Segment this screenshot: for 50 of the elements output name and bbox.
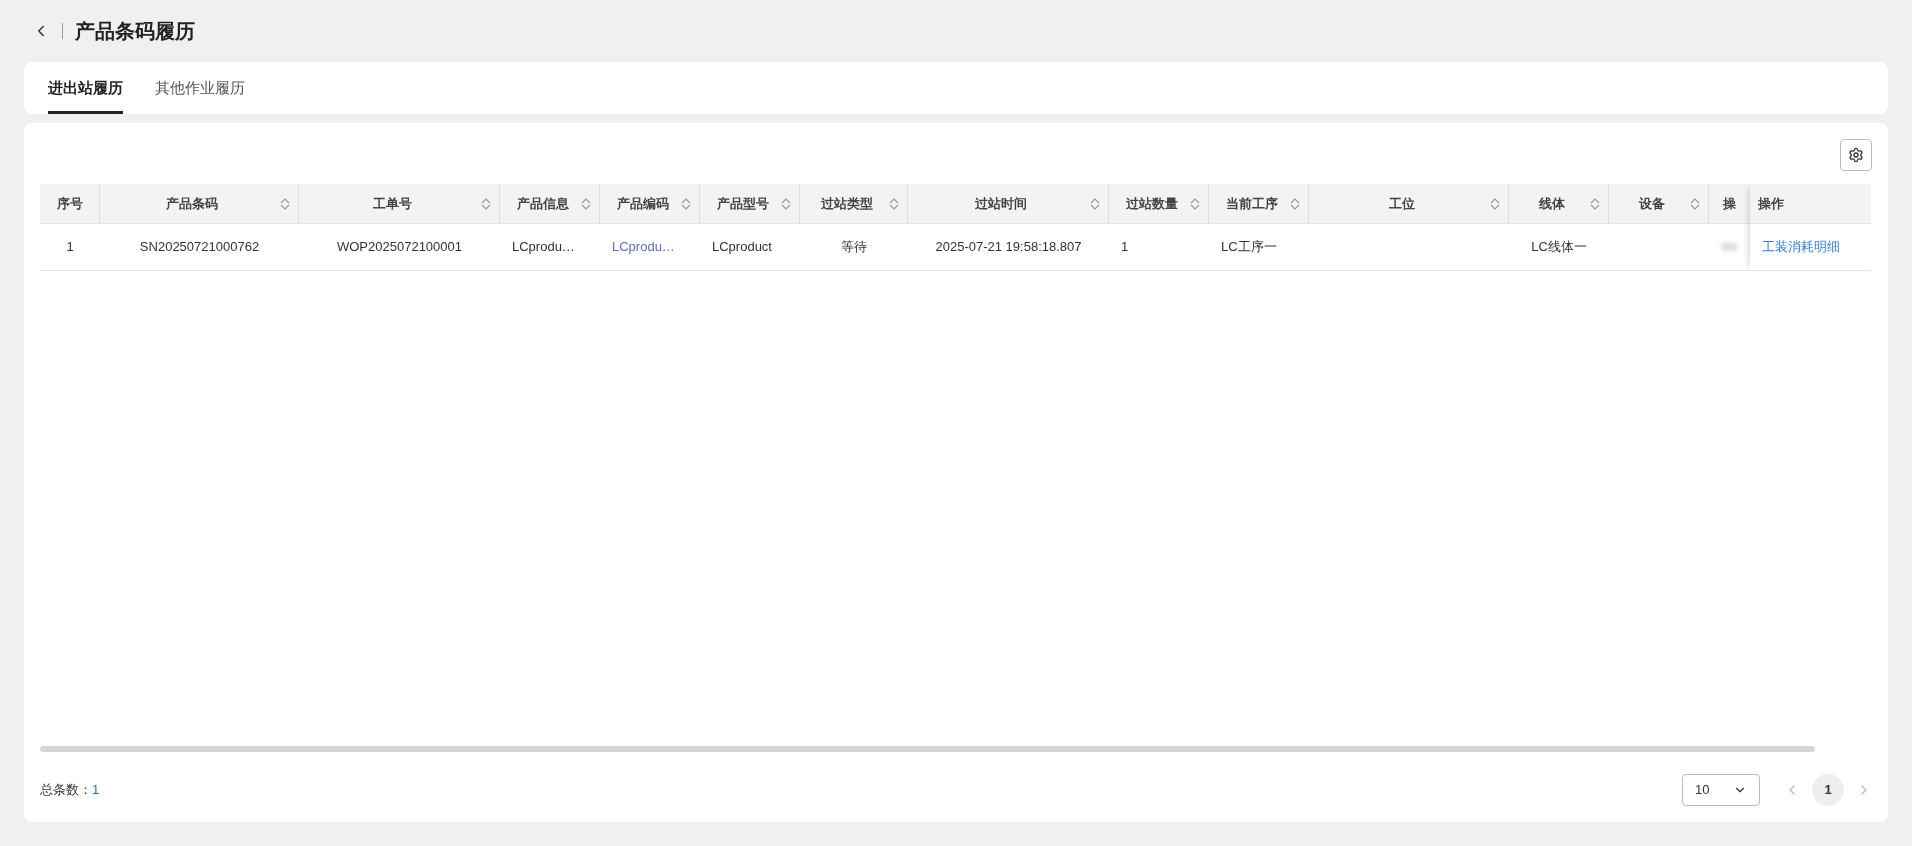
table-cell-text: SN20250721000762 — [138, 238, 261, 257]
consumption-detail-link[interactable]: 工装消耗明细 — [1762, 237, 1840, 257]
sort-icon[interactable] — [889, 197, 899, 210]
sort-icon[interactable] — [681, 197, 691, 210]
column-header[interactable]: 当前工序 — [1209, 184, 1309, 223]
column-header: 序号 — [40, 184, 100, 223]
sort-icon[interactable] — [1090, 197, 1100, 210]
sort-icon[interactable] — [1190, 197, 1200, 210]
tab[interactable]: 进出站履历 — [48, 76, 123, 114]
sort-icon[interactable] — [1290, 197, 1300, 210]
table-cell-text: 1 — [1120, 238, 1130, 257]
table-cell-text: 2025-07-21 19:58:18.807 — [934, 238, 1083, 257]
column-header[interactable]: 产品型号 — [700, 184, 800, 223]
table-cell-text: WOP2025072100001 — [335, 238, 463, 257]
total-count: 1 — [92, 781, 100, 800]
column-header: 操作 — [1750, 184, 1871, 224]
column-header[interactable]: 工单号 — [299, 184, 500, 223]
settings-icon — [1848, 147, 1864, 163]
sort-icon[interactable] — [581, 197, 591, 210]
total-label: 总条数： — [40, 781, 92, 800]
column-header[interactable]: 产品编码 — [600, 184, 700, 223]
sort-icon[interactable] — [1490, 197, 1500, 210]
table-cell-text: LC工序一 — [1220, 238, 1278, 257]
table-cell-text: 等待 — [840, 238, 868, 257]
column-header: 操 — [1722, 194, 1737, 213]
table-cell-text: LC线体一 — [1530, 238, 1588, 257]
column-header[interactable]: 过站类型 — [800, 184, 908, 223]
table-cell-text: LCproduct — [711, 238, 773, 257]
table-cell[interactable]: LCprodu… — [600, 224, 700, 270]
sort-icon[interactable] — [781, 197, 791, 210]
sort-icon[interactable] — [481, 197, 491, 210]
column-header[interactable]: 设备 — [1609, 184, 1709, 223]
page-size-select[interactable]: 10 — [1682, 774, 1760, 806]
blurred-text — [1721, 243, 1738, 251]
settings-button[interactable] — [1840, 139, 1872, 171]
column-header[interactable]: 过站时间 — [908, 184, 1109, 223]
column-header[interactable]: 产品信息 — [500, 184, 600, 223]
table-cell-text: 1 — [65, 238, 75, 257]
sort-icon[interactable] — [280, 197, 290, 210]
horizontal-scrollbar[interactable] — [40, 746, 1815, 752]
column-header[interactable]: 线体 — [1509, 184, 1609, 223]
column-header[interactable]: 产品条码 — [100, 184, 299, 223]
table-cell-text: LCprodu… — [511, 238, 576, 257]
sort-icon[interactable] — [1590, 197, 1600, 210]
page-number[interactable]: 1 — [1812, 774, 1844, 806]
column-header[interactable]: 过站数量 — [1109, 184, 1209, 223]
sort-icon[interactable] — [1690, 197, 1700, 210]
page-title: 产品条码履历 — [75, 19, 195, 44]
column-header[interactable]: 工位 — [1309, 184, 1509, 223]
tab[interactable]: 其他作业履历 — [155, 76, 245, 114]
